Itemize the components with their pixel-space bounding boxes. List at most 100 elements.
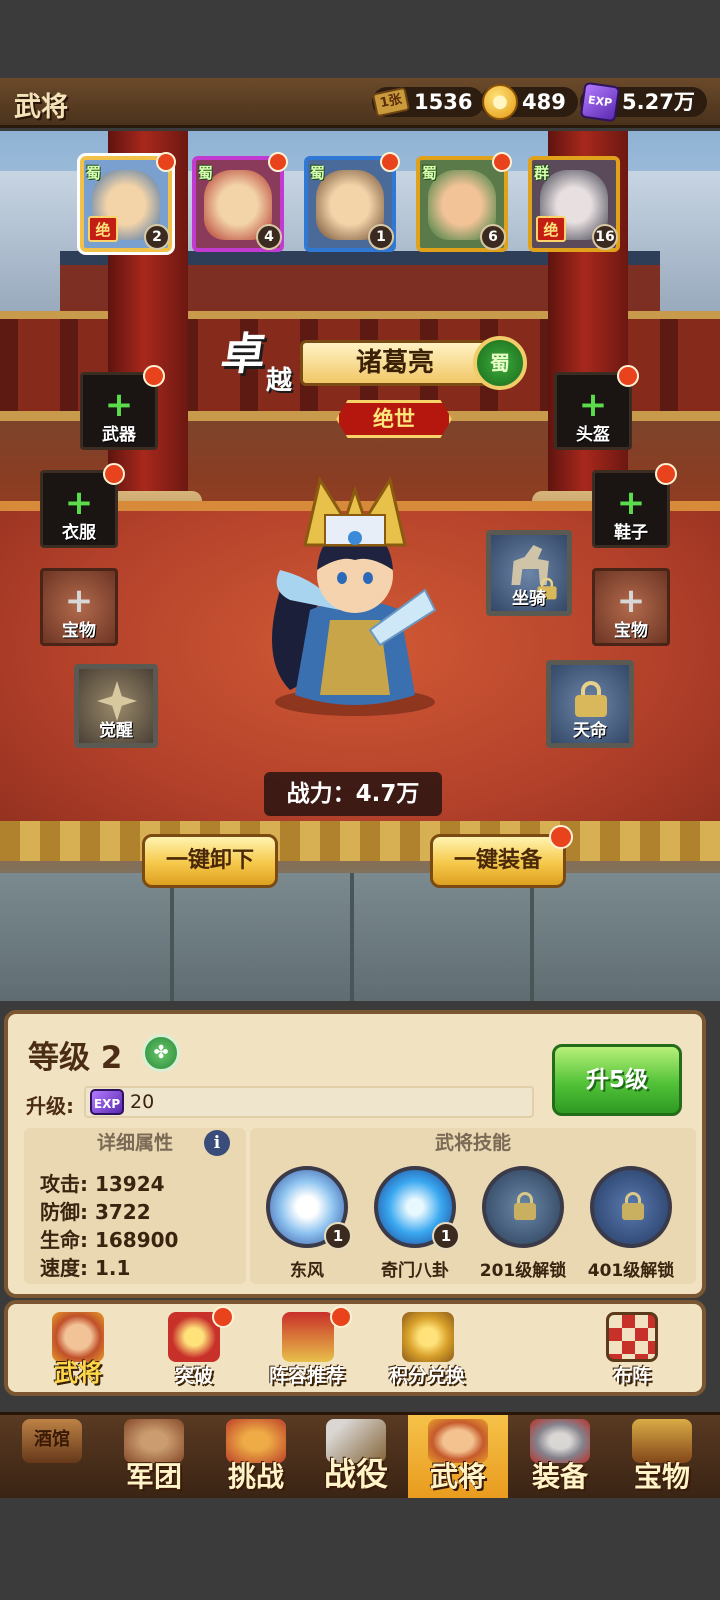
hero-card-4[interactable]: 蜀 6 — [416, 152, 512, 252]
skill-name: 201级解锁 — [479, 1261, 567, 1281]
hero-level-badge: 6 — [480, 224, 506, 250]
nav-label: 酒馆 — [34, 1429, 70, 1450]
weapon-slot[interactable]: + 武器 — [80, 365, 165, 450]
hero-level-badge: 16 — [592, 224, 618, 250]
add-icon: + — [616, 483, 646, 523]
helmet-slot[interactable]: + 头盔 — [554, 365, 639, 450]
title-prefix-sub: 越 — [266, 366, 293, 396]
ticket-value: 1536 — [414, 90, 473, 114]
upgrade-label: 升级: — [26, 1094, 74, 1118]
slot-label: 武器 — [102, 425, 136, 445]
treasure-slot-right[interactable]: + 宝物 — [592, 568, 670, 646]
subtab-label: 积分兑换 — [388, 1365, 465, 1387]
hero-card-3[interactable]: 蜀 1 — [304, 152, 400, 252]
notification-dot — [330, 1306, 352, 1328]
clothes-slot[interactable]: + 衣服 — [40, 463, 125, 548]
lock-icon — [575, 681, 607, 717]
hero-card-1[interactable]: 蜀 绝 2 — [80, 152, 176, 252]
shoes-slot[interactable]: + 鞋子 — [592, 463, 677, 548]
hero-name: 诸葛亮 — [300, 340, 490, 386]
bagua-skill-icon: 1 — [374, 1166, 460, 1250]
subtab-points-exchange[interactable]: 积分兑换 — [372, 1310, 482, 1392]
locked-skill-icon — [590, 1166, 672, 1248]
unequip-all-button[interactable]: 一键卸下 — [142, 834, 278, 888]
subtab-lineup[interactable]: 阵容推荐 — [252, 1306, 362, 1392]
slot-label: 宝物 — [614, 621, 648, 641]
skills-header: 武将技能 — [434, 1132, 511, 1154]
skills-box: 武将技能 1 东风 1 奇门八卦 201级解锁 401级解锁 — [250, 1128, 696, 1284]
exp-icon: EXP — [579, 81, 621, 123]
notification-dot — [492, 152, 512, 172]
notification-dot — [143, 365, 165, 387]
nav-heroes[interactable]: 武将 — [408, 1415, 508, 1501]
level-up-button[interactable]: 升5级 — [552, 1044, 682, 1116]
slot-label: 鞋子 — [614, 523, 648, 543]
faction-label: 蜀 — [86, 164, 102, 182]
attributes-box: 详细属性 i 攻击: 13924 防御: 3722 生命: 168900 速度:… — [24, 1128, 246, 1284]
skill-item[interactable]: 201级解锁 — [478, 1166, 568, 1281]
equip-all-button[interactable]: 一键装备 — [430, 825, 573, 888]
ticket-counter[interactable]: 1张 1536 — [371, 86, 485, 118]
notification-dot — [156, 152, 176, 172]
mount-slot[interactable]: 坐骑 — [486, 530, 572, 616]
locked-skill-icon — [482, 1166, 564, 1248]
notification-dot — [549, 825, 573, 849]
skill-item[interactable]: 1 奇门八卦 — [370, 1166, 460, 1281]
page-title: 武将 — [14, 92, 68, 123]
subtab-heroes[interactable]: 武将 — [28, 1310, 128, 1392]
floor-seam — [350, 873, 354, 1001]
carpet-border — [0, 821, 720, 861]
coin-bag-icon — [402, 1312, 454, 1362]
exp-icon: EXP — [90, 1089, 124, 1115]
combat-power: 战力：4.7万 — [264, 772, 442, 816]
hero-card-2[interactable]: 蜀 4 — [192, 152, 288, 252]
speed-stat: 速度: 1.1 — [40, 1256, 131, 1280]
defense-stat: 防御: 3722 — [40, 1200, 151, 1224]
hero-card-5[interactable]: 群 绝 16 — [528, 156, 620, 252]
equip-all-label: 一键装备 — [453, 848, 542, 873]
attack-stat: 攻击: 13924 — [40, 1172, 165, 1196]
subtab-breakthrough[interactable]: 突破 — [144, 1306, 244, 1392]
rarity-tag: 绝 — [536, 216, 566, 242]
slot-label: 天命 — [573, 721, 607, 741]
skill-name: 401级解锁 — [587, 1261, 675, 1281]
leaf-icon[interactable]: ✤ — [142, 1034, 180, 1072]
destiny-slot[interactable]: 天命 — [546, 660, 634, 748]
nav-treasure[interactable]: 宝物 — [612, 1415, 712, 1501]
exp-cost-bar: EXP 20 — [84, 1086, 534, 1118]
notification-dot — [103, 463, 125, 485]
rarity-banner: 绝世 — [336, 400, 452, 438]
skill-name: 奇门八卦 — [381, 1261, 449, 1281]
slot-label: 觉醒 — [99, 721, 133, 741]
hero-figure[interactable] — [250, 470, 460, 720]
skill-item[interactable]: 401级解锁 — [586, 1166, 676, 1281]
add-icon: + — [64, 581, 94, 621]
slot-label: 衣服 — [62, 523, 96, 543]
subtab-formation[interactable]: 布阵 — [582, 1310, 682, 1392]
exp-counter[interactable]: EXP 5.27万 — [579, 81, 707, 123]
thumbs-up-board-icon — [282, 1312, 334, 1362]
exp-cost-value: 20 — [130, 1091, 155, 1113]
skill-level-badge: 1 — [432, 1222, 460, 1250]
formation-grid-icon — [606, 1312, 658, 1362]
rarity-tag: 绝 — [88, 216, 118, 242]
hero-level-badge: 2 — [144, 224, 170, 250]
skill-item[interactable]: 1 东风 — [262, 1166, 352, 1281]
add-icon: + — [616, 581, 646, 621]
nav-challenge[interactable]: 挑战 — [206, 1415, 306, 1501]
add-icon: + — [578, 385, 608, 425]
nav-equipment[interactable]: 装备 — [510, 1415, 610, 1501]
slot-label: 坐骑 — [512, 589, 546, 609]
info-icon[interactable]: i — [204, 1130, 230, 1156]
treasure-slot-left[interactable]: + 宝物 — [40, 568, 118, 646]
awaken-slot[interactable]: 觉醒 — [74, 664, 158, 748]
add-icon: + — [64, 483, 94, 523]
notification-dot — [212, 1306, 234, 1328]
nav-legion[interactable]: 军团 — [104, 1415, 204, 1501]
stone-floor — [0, 873, 720, 1001]
coin-counter[interactable]: ● 489 — [480, 84, 578, 120]
notification-dot — [617, 365, 639, 387]
nav-tavern[interactable]: 酒馆 — [2, 1415, 102, 1501]
nav-campaign[interactable]: 战役 — [306, 1415, 406, 1501]
level-title: 等级 2 — [28, 1040, 123, 1076]
